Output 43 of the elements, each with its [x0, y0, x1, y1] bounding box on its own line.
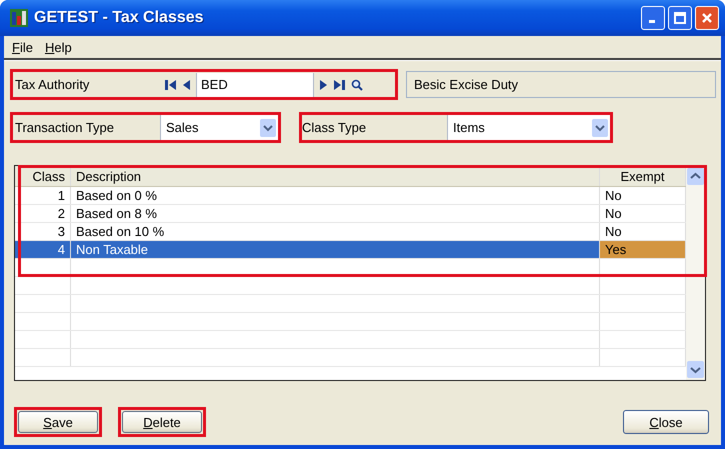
scroll-up-icon[interactable]: [687, 168, 704, 185]
table-cell: 2: [15, 205, 71, 222]
table-cell: 4: [15, 241, 71, 258]
tax-authority-field[interactable]: BED: [196, 72, 314, 96]
transaction-type-dropdown[interactable]: Sales: [160, 115, 278, 140]
menu-item[interactable]: Help: [44, 40, 72, 54]
table-cell: Based on 10 %: [71, 223, 600, 240]
table-row[interactable]: 2 Based on 8 % No: [15, 205, 686, 223]
table-cell: Based on 0 %: [71, 187, 600, 204]
next-record-icon[interactable]: [320, 80, 327, 90]
minimize-icon: [648, 20, 654, 23]
table-row[interactable]: 1 Based on 0 % No: [15, 187, 686, 205]
column-header[interactable]: Description: [71, 166, 600, 186]
table-cell: 3: [15, 223, 71, 240]
description-field: Besic Excise Duty: [406, 71, 716, 98]
maximize-icon: [674, 12, 686, 24]
table-cell: Yes: [600, 241, 686, 258]
close-icon: [701, 12, 713, 24]
field-label: Class Type: [302, 120, 368, 135]
chevron-down-icon: [260, 118, 276, 136]
table-row[interactable]: 4 Non Taxable Yes: [15, 241, 686, 259]
minimize-button[interactable]: [641, 6, 665, 30]
previous-record-icon[interactable]: [183, 80, 190, 90]
first-record-icon[interactable]: [165, 80, 177, 90]
action-button[interactable]: Delete: [122, 411, 202, 433]
last-record-icon[interactable]: [333, 80, 345, 90]
search-icon[interactable]: [351, 78, 363, 90]
maximize-button[interactable]: [668, 6, 692, 30]
scrollbar[interactable]: [686, 166, 705, 380]
column-header[interactable]: Class: [15, 166, 71, 186]
menu-item[interactable]: File: [12, 40, 33, 54]
table-cell: Based on 8 %: [71, 205, 600, 222]
close-dialog-button[interactable]: Close: [623, 410, 709, 434]
chevron-down-icon: [592, 118, 608, 136]
scroll-down-icon[interactable]: [687, 361, 704, 378]
app-icon: [10, 9, 28, 27]
field-label: Transaction Type: [15, 120, 115, 135]
class-type-dropdown[interactable]: Items: [447, 115, 610, 140]
close-button[interactable]: [695, 6, 719, 30]
field-label: Tax Authority: [15, 77, 90, 92]
window-title: GETEST - Tax Classes: [34, 9, 204, 27]
table-cell: 1: [15, 187, 71, 204]
action-button[interactable]: Save: [18, 411, 98, 433]
